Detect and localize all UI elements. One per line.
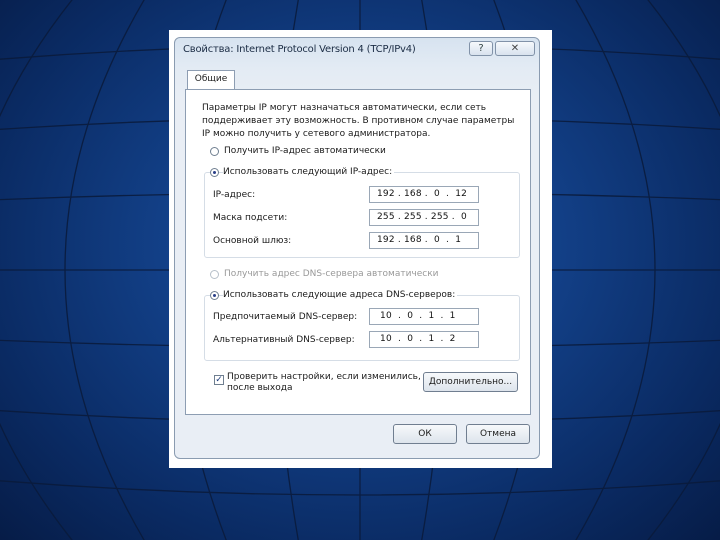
dns-manual-radio[interactable]	[210, 291, 219, 300]
description-text: Параметры IP могут назначаться автоматич…	[202, 103, 515, 139]
ip-auto-label: Получить IP-адрес автоматически	[224, 146, 386, 156]
alternate-dns-input[interactable]: 10 . 0 . 1 . 2	[369, 331, 479, 348]
tab-general[interactable]: Общие	[187, 70, 235, 90]
subnet-mask-label: Маска подсети:	[213, 213, 288, 223]
alternate-dns-label: Альтернативный DNS-сервер:	[213, 335, 355, 345]
ip-manual-radio[interactable]	[210, 168, 219, 177]
ipv4-properties-dialog: Свойства: Internet Protocol Version 4 (T…	[174, 37, 540, 459]
gateway-label: Основной шлюз:	[213, 236, 292, 246]
cancel-button[interactable]: Отмена	[466, 424, 530, 444]
general-panel: Параметры IP могут назначаться автоматич…	[185, 89, 531, 415]
dns-auto-label: Получить адрес DNS-сервера автоматически	[224, 269, 439, 279]
validate-checkbox[interactable]: ✓	[214, 375, 224, 385]
dns-manual-group	[204, 295, 520, 361]
subnet-mask-input[interactable]: 255 . 255 . 255 . 0	[369, 209, 479, 226]
ip-manual-label: Использовать следующий IP-адрес:	[223, 167, 395, 177]
ip-address-input[interactable]: 192 . 168 . 0 . 12	[369, 186, 479, 203]
dns-manual-label: Использовать следующие адреса DNS-сервер…	[223, 290, 458, 300]
gateway-input[interactable]: 192 . 168 . 0 . 1	[369, 232, 479, 249]
ip-address-label: IP-адрес:	[213, 190, 256, 200]
validate-label: Проверить настройки, если изменились, по…	[227, 372, 421, 393]
window-title: Свойства: Internet Protocol Version 4 (T…	[183, 44, 416, 55]
dns-auto-radio[interactable]	[210, 270, 219, 279]
help-button[interactable]: ?	[469, 41, 493, 56]
ip-auto-radio[interactable]	[210, 147, 219, 156]
advanced-button[interactable]: Дополнительно...	[423, 372, 518, 392]
preferred-dns-label: Предпочитаемый DNS-сервер:	[213, 312, 358, 322]
preferred-dns-input[interactable]: 10 . 0 . 1 . 1	[369, 308, 479, 325]
close-button[interactable]: ✕	[495, 41, 535, 56]
ok-button[interactable]: ОК	[393, 424, 457, 444]
